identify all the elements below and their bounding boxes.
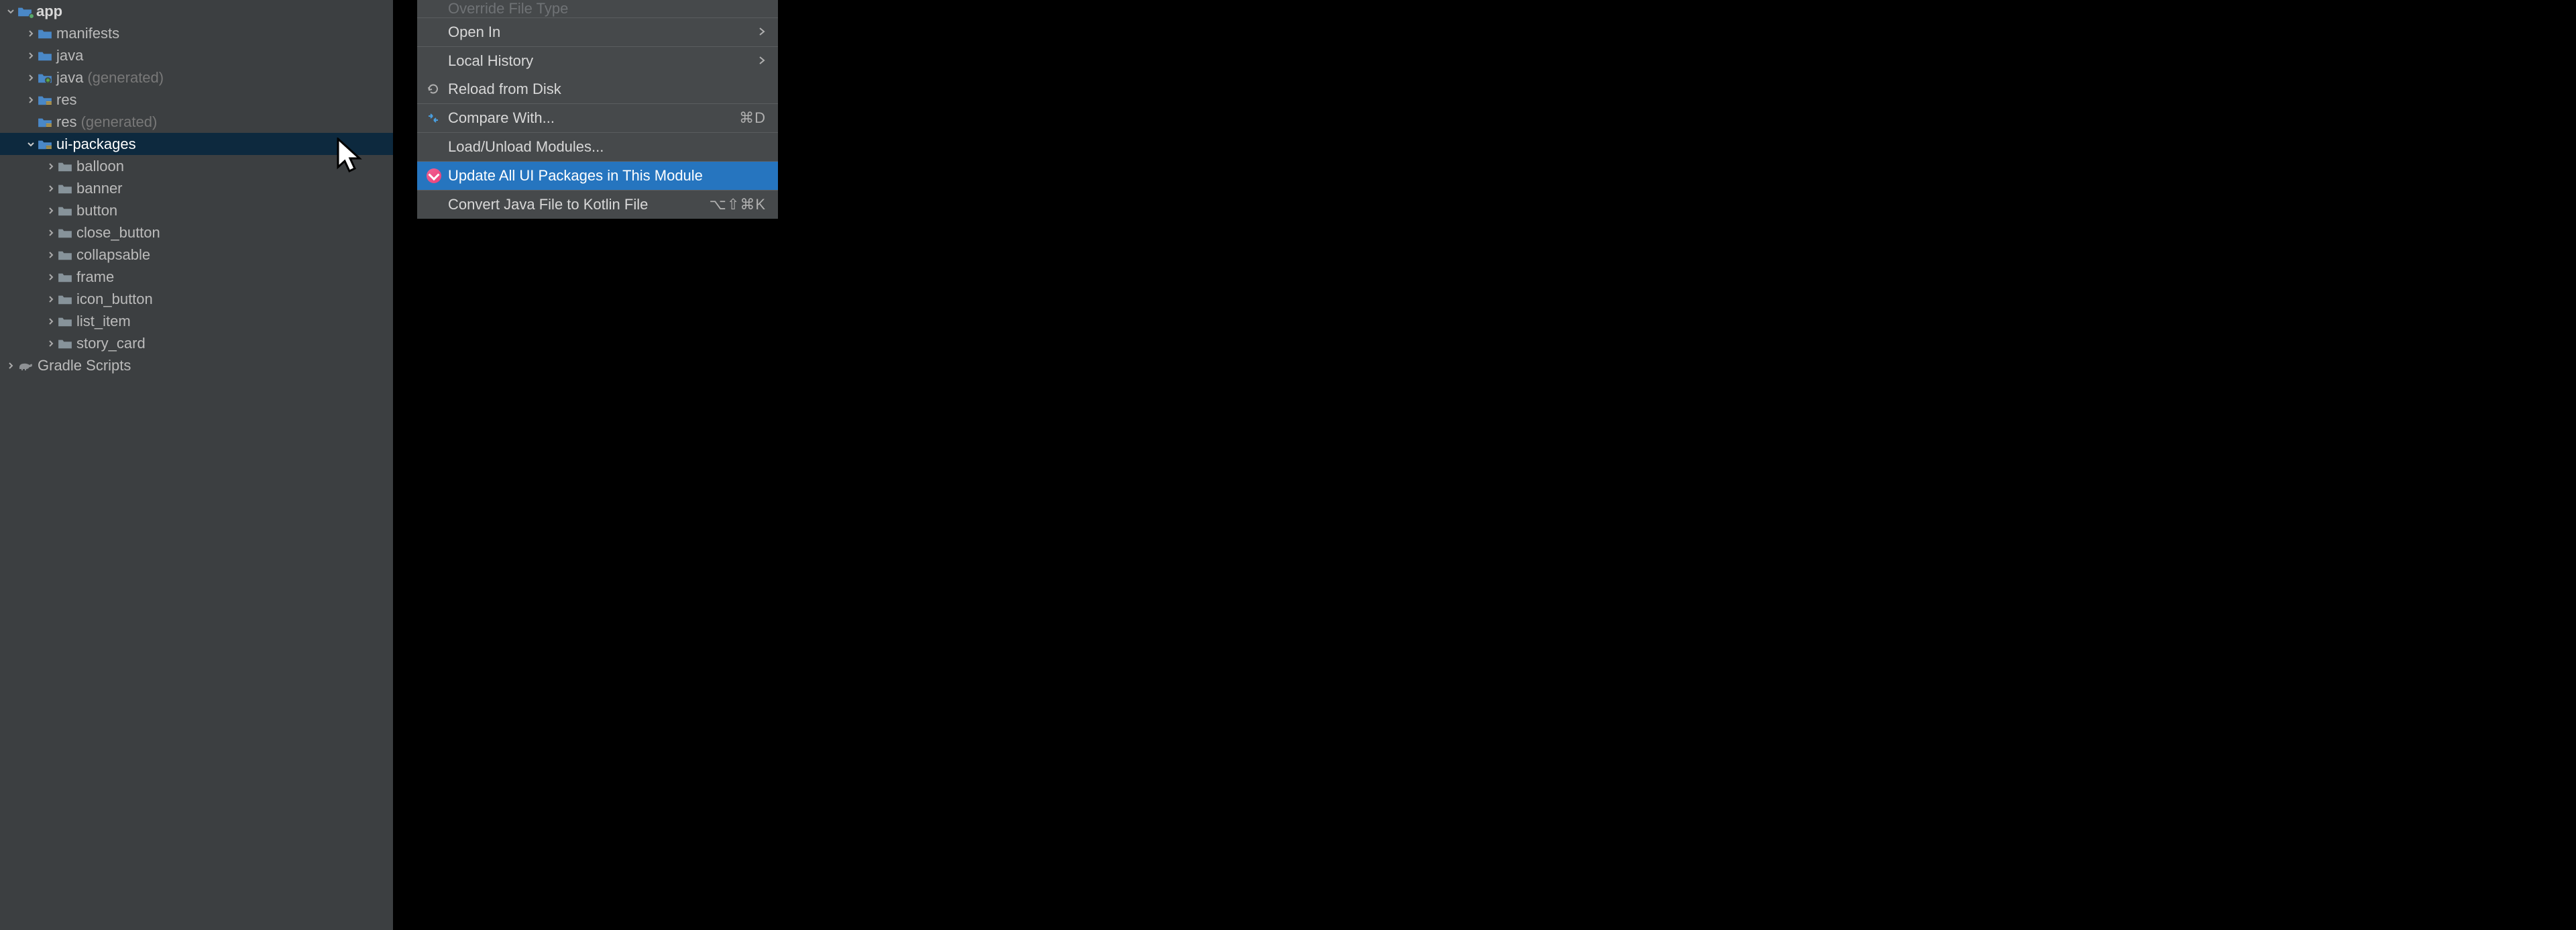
tree-label: story_card [76,335,146,352]
module-folder-icon [17,5,32,17]
tree-label: Gradle Scripts [38,357,131,374]
menu-label: Override File Type [448,0,766,17]
relay-icon [427,168,448,183]
menu-label: Compare With... [448,109,739,127]
tree-node-story-card[interactable]: story_card [0,332,393,354]
chevron-right-icon[interactable] [44,273,58,281]
folder-icon [58,315,72,327]
menu-item-load-unload-modules[interactable]: Load/Unload Modules... [417,133,778,161]
tree-label: balloon [76,158,124,175]
chevron-right-icon[interactable] [24,30,38,38]
folder-icon [58,338,72,350]
menu-item-convert-kotlin[interactable]: Convert Java File to Kotlin File ⌥⇧⌘K [417,191,778,219]
chevron-right-icon[interactable] [44,185,58,193]
menu-item-open-in[interactable]: Open In [417,18,778,46]
tree-node-res[interactable]: res [0,89,393,111]
folder-icon [58,160,72,172]
tree-node-manifests[interactable]: manifests [0,22,393,44]
reload-icon [427,83,448,96]
gradle-icon [17,360,34,372]
context-menu: Override File Type Open In Local History… [417,0,778,219]
menu-item-local-history[interactable]: Local History [417,47,778,75]
chevron-right-icon [758,25,766,40]
chevron-down-icon[interactable] [4,7,17,15]
tree-node-banner[interactable]: banner [0,177,393,199]
tree-node-icon-button[interactable]: icon_button [0,288,393,310]
tree-label: button [76,202,117,219]
tree-label: banner [76,180,123,197]
menu-label: Load/Unload Modules... [448,138,766,156]
chevron-right-icon[interactable] [24,74,38,82]
tree-node-java-generated[interactable]: java (generated) [0,66,393,89]
chevron-right-icon[interactable] [44,251,58,259]
tree-node-app[interactable]: app [0,0,393,22]
tree-label: java [56,69,83,87]
menu-item-override-file-type[interactable]: Override File Type [417,0,778,17]
tree-label: ui-packages [56,136,136,153]
menu-item-reload-from-disk[interactable]: Reload from Disk [417,75,778,103]
folder-icon [58,205,72,217]
folder-icon [38,50,52,62]
tree-node-close-button[interactable]: close_button [0,221,393,244]
folder-icon [58,183,72,195]
tree-node-gradle-scripts[interactable]: Gradle Scripts [0,354,393,376]
menu-label: Update All UI Packages in This Module [448,167,766,185]
folder-icon [58,227,72,239]
chevron-right-icon[interactable] [44,317,58,325]
project-tree-panel: app manifests java [0,0,393,930]
tree-label: icon_button [76,291,153,308]
tree-node-frame[interactable]: frame [0,266,393,288]
menu-item-update-ui-packages[interactable]: Update All UI Packages in This Module [417,162,778,190]
resource-folder-icon [38,138,52,150]
chevron-right-icon[interactable] [44,207,58,215]
tree-label: java [56,47,83,64]
tree-label: list_item [76,313,131,330]
folder-icon [58,271,72,283]
menu-shortcut: ⌘D [739,109,766,127]
tree-label: frame [76,268,114,286]
tree-node-list-item[interactable]: list_item [0,310,393,332]
tree-label: res [56,113,77,131]
chevron-right-icon[interactable] [44,162,58,170]
tree-label: res [56,91,77,109]
chevron-right-icon[interactable] [44,229,58,237]
compare-icon [427,111,448,125]
menu-label: Convert Java File to Kotlin File [448,196,710,213]
menu-item-compare-with[interactable]: Compare With... ⌘D [417,104,778,132]
chevron-right-icon [758,54,766,68]
tree-label: app [36,3,62,20]
tree-node-res-generated[interactable]: res (generated) [0,111,393,133]
tree-node-collapsable[interactable]: collapsable [0,244,393,266]
generated-folder-icon [38,72,52,84]
chevron-right-icon[interactable] [24,52,38,60]
resource-folder-icon [38,94,52,106]
generated-badge: (generated) [87,69,164,87]
chevron-right-icon[interactable] [24,96,38,104]
chevron-right-icon[interactable] [44,295,58,303]
resource-folder-icon [38,116,52,128]
menu-label: Reload from Disk [448,81,766,98]
tree-label: collapsable [76,246,150,264]
folder-icon [58,293,72,305]
chevron-right-icon[interactable] [44,340,58,348]
menu-shortcut: ⌥⇧⌘K [710,196,766,213]
tree-node-button[interactable]: button [0,199,393,221]
chevron-right-icon[interactable] [4,362,17,370]
tree-node-java[interactable]: java [0,44,393,66]
folder-icon [38,28,52,40]
generated-badge: (generated) [81,113,158,131]
tree-label: manifests [56,25,119,42]
chevron-down-icon[interactable] [24,140,38,148]
folder-icon [58,249,72,261]
tree-label: close_button [76,224,160,242]
tree-node-balloon[interactable]: balloon [0,155,393,177]
tree-node-ui-packages[interactable]: ui-packages [0,133,393,155]
menu-label: Open In [448,23,758,41]
menu-label: Local History [448,52,758,70]
